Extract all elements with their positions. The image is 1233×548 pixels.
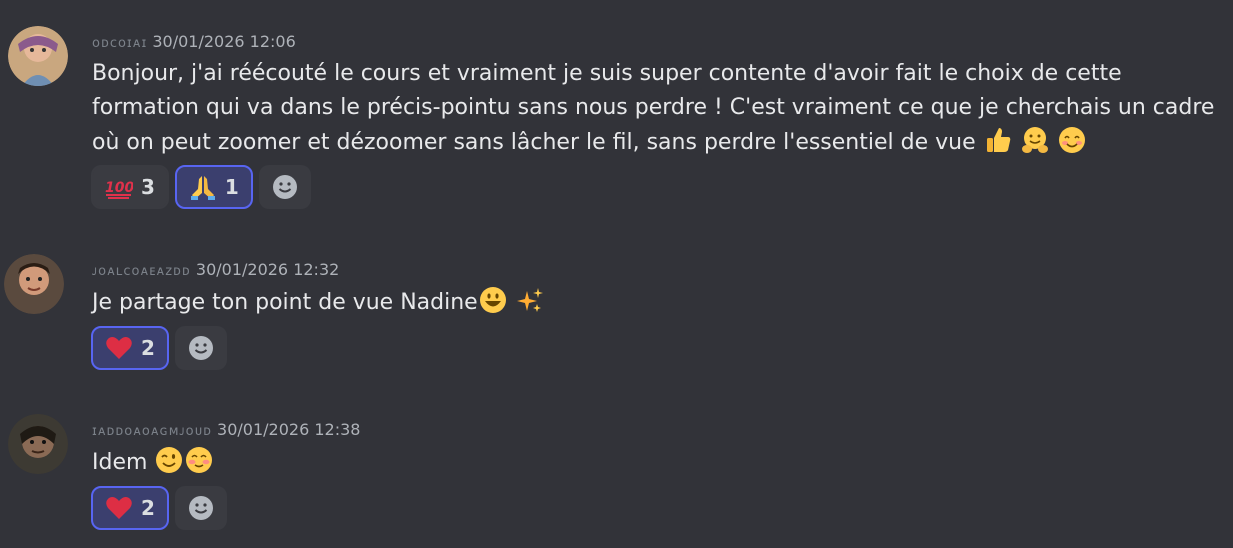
add-reaction-icon [188,336,213,360]
red-heart-icon [106,337,132,359]
hundred-points-icon: 100 [105,180,133,199]
add-reaction-button[interactable] [174,486,227,530]
message-content: Bonjour, j'ai réécouté le cours et vraim… [92,57,1230,160]
reactions-bar: 2 [91,326,227,370]
timestamp: 30/01/2026 12:38 [217,420,361,439]
add-reaction-icon [188,496,213,520]
winking-face-icon [154,445,184,475]
author-name[interactable]: ᴊᴏᴀʟᴄᴏᴀᴇᴀᴢᴅᴅ [92,264,191,279]
timestamp: 30/01/2026 12:32 [195,260,340,279]
add-reaction-button[interactable] [258,165,311,209]
message-content: Je partage ton point de vue Nadine [92,285,1230,320]
message-header: ᴊᴏᴀʟᴄᴏᴀᴇᴀᴢᴅᴅ 30/01/2026 12:32 [92,260,339,279]
reaction-count: 2 [141,336,155,360]
reaction-red-heart[interactable]: 2 [91,326,169,370]
reaction-count: 1 [224,175,239,199]
blushing-face-icon [184,445,214,475]
hugging-face-icon [1020,125,1050,155]
reactions-bar: 2 [91,486,227,530]
author-name[interactable]: ɪᴀᴅᴅᴏᴀᴏᴀɢᴍᴊᴏᴜᴅ [92,424,212,439]
message-text: Idem [92,450,148,475]
reactions-bar: 100 3 1 [91,165,311,209]
svg-text:100: 100 [105,180,133,196]
reaction-folded-hands[interactable]: 1 [174,165,253,209]
sparkles-icon [515,285,545,315]
folded-hands-icon [190,176,215,200]
message: ᴊᴏᴀʟᴄᴏᴀᴇᴀᴢᴅᴅ 30/01/2026 12:32 Je partage… [0,240,1233,380]
author-name[interactable]: ᴏᴅᴄᴏɪᴀɪ [92,36,147,51]
thumbs-up-icon [983,125,1013,155]
message: ɪᴀᴅᴅᴏᴀᴏᴀɢᴍᴊᴏᴜᴅ 30/01/2026 12:38 Idem 2 [0,400,1233,548]
reaction-red-heart[interactable]: 2 [91,486,169,530]
smiling-face-icon [1057,125,1087,155]
message-header: ᴏᴅᴄᴏɪᴀɪ 30/01/2026 12:06 [92,32,296,51]
avatar[interactable] [8,414,68,474]
timestamp: 30/01/2026 12:06 [152,32,296,51]
message: ᴏᴅᴄᴏɪᴀɪ 30/01/2026 12:06 Bonjour, j'ai r… [0,0,1233,215]
red-heart-icon [106,497,132,519]
grinning-face-icon [478,285,508,315]
avatar[interactable] [4,254,64,314]
reaction-count: 2 [141,496,155,520]
message-text: Je partage ton point de vue Nadine [92,290,478,315]
reaction-count: 3 [141,175,155,199]
add-reaction-button[interactable] [174,326,227,370]
message-header: ɪᴀᴅᴅᴏᴀᴏᴀɢᴍᴊᴏᴜᴅ 30/01/2026 12:38 [92,420,360,439]
add-reaction-icon [272,175,297,199]
message-content: Idem [92,445,1230,480]
reaction-hundred-points[interactable]: 100 3 [91,165,169,209]
avatar[interactable] [8,26,68,86]
